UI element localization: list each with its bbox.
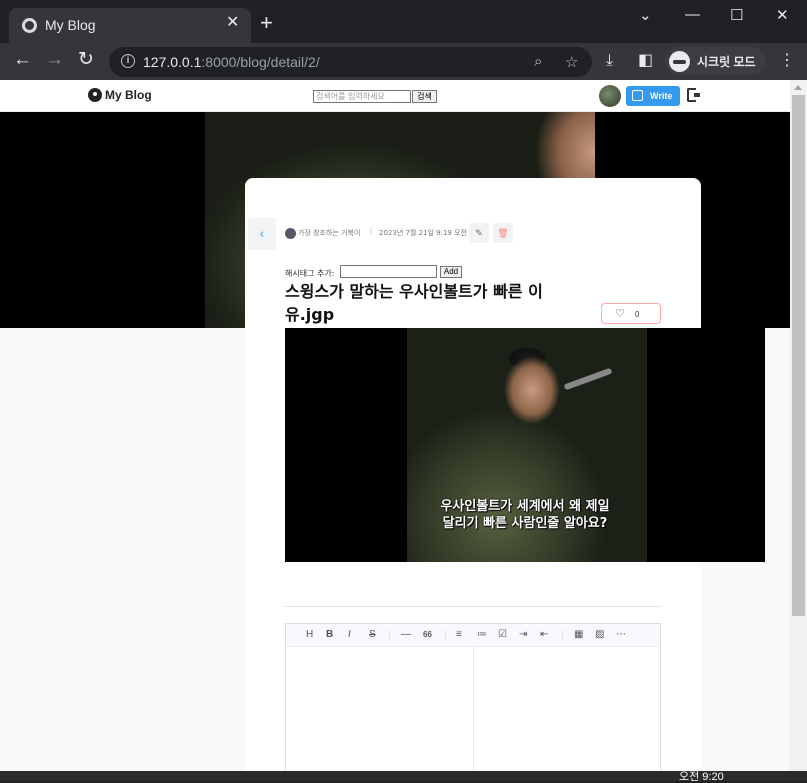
scroll-up-icon[interactable] [794,85,802,90]
address-bar[interactable]: i 127.0.0.1:8000/blog/detail/2/ ⌕ ☆ [109,47,592,77]
tab-strip: My Blog ✕ + ⌄ — ☐ ✕ [0,0,807,43]
zoom-icon[interactable]: ⌕ [534,53,542,70]
post-title: 스윙스가 말하는 우사인볼트가 빠른 이유.jgp [285,282,543,324]
incognito-label: 시크릿 모드 [697,55,756,69]
bookmark-star-icon[interactable]: ☆ [565,53,578,71]
back-arrow-icon[interactable]: ← [13,50,32,69]
italic-icon[interactable]: I [348,629,351,641]
hashtag-label: 해시태그 추가: [285,269,335,278]
image-caption-line1: 우사인볼트가 세계에서 왜 제일 [440,499,610,514]
table-icon[interactable]: ▦ [574,629,583,641]
like-count: 0 [635,310,640,319]
pencil-icon [632,90,643,101]
toolbar-separator [562,630,563,640]
logout-icon[interactable] [687,88,700,102]
edit-post-button[interactable]: ✎ [469,223,489,243]
post-image: 우사인볼트가 세계에서 왜 제일 달리기 빠른 사람인줄 알아요? [285,328,765,562]
reload-icon[interactable]: ↻ [78,50,94,69]
more-icon[interactable]: ⋯ [616,629,626,641]
globe-icon [22,18,37,33]
side-panel-icon[interactable]: ◧ [638,53,653,69]
outdent-icon[interactable]: ⇤ [540,629,548,641]
hashtag-input[interactable] [340,265,437,278]
toolbar-separator [445,630,446,640]
bullet-list-icon[interactable]: ≡ [456,629,462,641]
taskbar-clock: 오전 9:20 [679,771,724,783]
like-button[interactable]: ♡ 0 [601,303,661,324]
task-list-icon[interactable]: ☑ [498,629,507,641]
ordered-list-icon[interactable]: ≔ [477,629,487,641]
page-scrollbar[interactable] [790,80,807,781]
browser-toolbar: ← → ↻ i 127.0.0.1:8000/blog/detail/2/ ⌕ … [0,43,807,80]
scrollbar-thumb[interactable] [792,95,805,616]
site-header: My Blog 검색어를 입력하세요 검색 Write [0,80,790,112]
image-caption-line2: 달리기 빠른 사람인줄 알아요? [442,516,608,531]
delete-post-button[interactable]: 🗑 [493,223,513,243]
site-logo[interactable]: My Blog [105,88,152,102]
write-button[interactable]: Write [626,86,680,106]
toolbar-separator [389,630,390,640]
forward-arrow-icon[interactable]: → [45,50,64,69]
user-avatar[interactable] [599,85,621,107]
browser-window: My Blog ✕ + ⌄ — ☐ ✕ ← → ↻ i 127.0.0.1:80… [0,0,807,783]
back-button[interactable]: ‹ [248,218,276,250]
author-avatar [285,228,296,239]
image-caption: 우사인볼트가 세계에서 왜 제일 달리기 빠른 사람인줄 알아요? [285,498,765,532]
incognito-indicator[interactable]: 시크릿 모드 [665,47,765,75]
heart-icon: ♡ [615,308,625,320]
editor-toolbar: H B I S — 66 ≡ ≔ ☑ ⇥ ⇤ ▦ ▨ ⋯ [286,624,660,647]
os-taskbar: 오전 9:20 [0,771,807,783]
close-window-button[interactable]: ✕ [776,6,789,24]
bold-icon[interactable]: B [326,629,333,641]
search-input[interactable]: 검색어를 입력하세요 [313,90,411,103]
minimize-button[interactable]: — [685,6,700,23]
meta-separator: | [370,228,372,235]
indent-icon[interactable]: ⇥ [519,629,527,641]
logo-icon[interactable] [88,88,102,102]
tab-title: My Blog [45,17,96,33]
quote-icon[interactable]: 66 [423,629,432,641]
menu-kebab-icon[interactable]: ⋮ [779,53,795,69]
editor-preview-divider [473,647,474,781]
page-viewport: My Blog 검색어를 입력하세요 검색 Write ‹ 가장 창조하는 거북… [0,80,790,781]
write-label: Write [650,91,673,101]
url-text[interactable]: 127.0.0.1:8000/blog/detail/2/ [143,54,320,70]
download-icon[interactable]: ⤓ [606,53,613,69]
author-name: 가장 창조하는 거북이 [298,229,361,237]
tab-search-icon[interactable]: ⌄ [639,6,652,24]
comment-editor[interactable]: H B I S — 66 ≡ ≔ ☑ ⇥ ⇤ ▦ ▨ ⋯ [285,623,661,781]
maximize-button[interactable]: ☐ [730,6,743,24]
site-info-icon[interactable]: i [121,54,135,68]
new-tab-button[interactable]: + [260,12,273,34]
search-button[interactable]: 검색 [412,90,437,103]
image-icon[interactable]: ▨ [595,629,604,641]
close-tab-icon[interactable]: ✕ [226,15,239,31]
post-date: 2023년 7월 21일 9:19 오전 [379,229,467,237]
content-divider [285,606,661,607]
heading-icon[interactable]: H [306,629,313,641]
strike-icon[interactable]: S [369,629,376,641]
incognito-icon [669,51,690,72]
hashtag-add-button[interactable]: Add [440,266,462,278]
tab-my-blog[interactable]: My Blog ✕ [9,8,251,43]
hr-icon[interactable]: — [401,629,411,641]
